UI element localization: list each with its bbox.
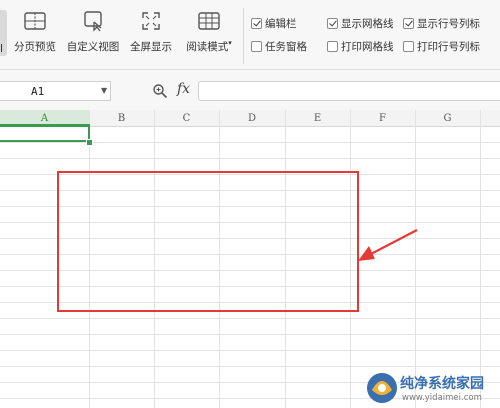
watermark-title: 纯净系统家园 [400, 376, 484, 392]
reading-mode-label: 阅读模式▾ [186, 39, 232, 53]
checkbox-print-headings[interactable]: 打印行号列标 [403, 38, 480, 54]
checkbox-label: 打印行号列标 [417, 40, 480, 53]
column-header-g[interactable]: G [415, 110, 480, 127]
arrow-icon [358, 229, 418, 261]
row-divider [0, 334, 500, 335]
ribbon-partial-label: l [0, 42, 4, 55]
reading-mode-button[interactable]: 阅读模式▾ [180, 8, 238, 60]
row-divider [0, 350, 500, 351]
dropdown-caret-icon: ▾ [228, 39, 232, 47]
fx-icon[interactable]: fx [177, 81, 190, 97]
custom-view-label: 自定义视图 [66, 41, 120, 53]
custom-view-button[interactable]: 自定义视图 [63, 8, 123, 60]
checkbox-label: 显示行号列标 [417, 17, 480, 30]
page-break-preview-button[interactable]: 分页预览 [12, 8, 58, 60]
custom-view-icon [84, 11, 102, 32]
ribbon-separator [243, 8, 244, 64]
checkbox-label: 任务窗格 [265, 40, 307, 53]
row-divider [0, 158, 500, 159]
checkbox-checked-icon [403, 17, 414, 29]
highlight-box [57, 171, 359, 312]
formula-input[interactable] [198, 81, 500, 101]
checkbox-unchecked-icon [327, 40, 338, 52]
checkbox-checked-icon [251, 17, 262, 29]
reading-mode-icon [198, 12, 220, 30]
checkbox-unchecked-icon [403, 40, 414, 52]
checkbox-task-pane[interactable]: 任务窗格 [251, 38, 307, 54]
column-header-f[interactable]: F [350, 110, 415, 127]
checkbox-formula-bar[interactable]: 编辑栏 [251, 15, 297, 31]
magnifier-icon[interactable] [152, 83, 168, 99]
checkbox-unchecked-icon [251, 40, 262, 52]
row-divider [0, 318, 500, 319]
fullscreen-button[interactable]: 全屏显示 [127, 8, 175, 60]
watermark-url: www.yidaimei.com [402, 393, 482, 403]
fill-handle[interactable] [86, 139, 93, 146]
fullscreen-label: 全屏显示 [130, 41, 172, 53]
checkbox-show-headings[interactable]: 显示行号列标 [403, 15, 480, 31]
checkbox-label: 编辑栏 [265, 17, 297, 30]
column-header-c[interactable]: C [154, 110, 219, 127]
name-box[interactable]: A1 ▼ [0, 81, 111, 101]
page-break-preview-label: 分页预览 [14, 41, 56, 53]
column-header-b[interactable]: B [89, 110, 154, 127]
column-header-d[interactable]: D [219, 110, 285, 127]
checkbox-label: 显示网格线 [341, 17, 394, 30]
checkbox-print-gridlines[interactable]: 打印网格线 [327, 38, 394, 54]
column-divider [480, 110, 481, 408]
chevron-down-icon[interactable]: ▼ [101, 86, 107, 95]
checkbox-label: 打印网格线 [341, 40, 394, 53]
checkbox-checked-icon [327, 17, 338, 29]
checkbox-show-gridlines[interactable]: 显示网格线 [327, 15, 394, 31]
active-cell[interactable] [0, 124, 90, 142]
row-divider [0, 142, 500, 143]
name-box-value: A1 [31, 85, 45, 98]
column-header-e[interactable]: E [285, 110, 350, 127]
fullscreen-icon [142, 12, 160, 30]
page-break-preview-icon [24, 12, 46, 30]
